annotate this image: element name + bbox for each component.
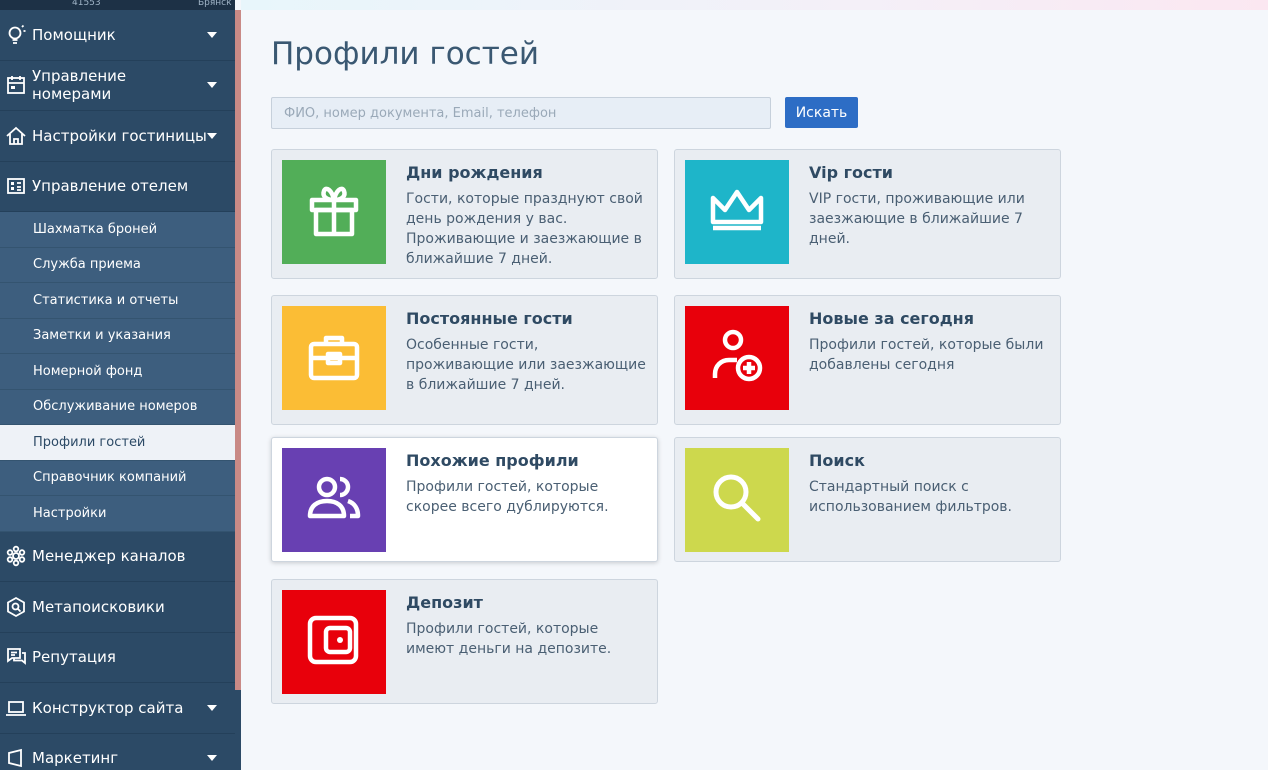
chevron-down-icon — [207, 131, 217, 141]
sidebar-item-metasearch[interactable]: Метапоисковики — [0, 582, 235, 633]
calendar-icon — [0, 74, 32, 96]
sidebar-item-reputation[interactable]: Репутация — [0, 633, 235, 683]
sidebar-item-label: Управление отелем — [32, 177, 189, 196]
chevron-down-icon — [207, 80, 217, 90]
card-description: Профили гостей, которые были добавлены с… — [809, 337, 1044, 373]
home-icon — [0, 125, 32, 147]
card-search[interactable]: Поиск Стандартный поиск с использованием… — [674, 437, 1061, 562]
dashboard-icon — [0, 175, 32, 197]
card-tile — [282, 306, 386, 410]
laptop-icon — [0, 697, 32, 719]
card-tile — [685, 448, 789, 552]
card-tile — [685, 306, 789, 410]
card-title: Постоянные гости — [406, 309, 573, 328]
top-bar-right-text: Брянск — [198, 0, 232, 8]
page-title: Профили гостей — [271, 36, 539, 72]
sidebar-item-assistant[interactable]: Помощник — [0, 10, 235, 61]
submenu-item-housekeeping[interactable]: Обслуживание номеров — [0, 389, 235, 425]
submenu-item-room-stock[interactable]: Номерной фонд — [0, 354, 235, 390]
sidebar-item-label: Репутация — [32, 648, 116, 667]
sidebar-item-site-builder[interactable]: Конструктор сайта — [0, 683, 235, 734]
card-title: Депозит — [406, 593, 483, 612]
meta-search-icon — [0, 596, 32, 618]
card-vip-guests[interactable]: Vip гости VIP гости, проживающие или зае… — [674, 149, 1061, 279]
card-regular-guests[interactable]: Постоянные гости Особенные гости, прожив… — [271, 295, 658, 425]
search-input[interactable] — [271, 97, 771, 129]
marketing-icon — [0, 747, 32, 769]
sidebar-item-label: Маркетинг — [32, 749, 119, 768]
submenu-item-notes[interactable]: Заметки и указания — [0, 318, 235, 354]
card-description: Особенные гости, проживающие или заезжаю… — [406, 337, 646, 393]
submenu-item-settings[interactable]: Настройки — [0, 496, 235, 532]
card-description: Профили гостей, которые скорее всего дуб… — [406, 479, 609, 515]
submenu-item-front-desk[interactable]: Служба приема — [0, 247, 235, 283]
card-deposit[interactable]: Депозит Профили гостей, которые имеют де… — [271, 579, 658, 704]
chevron-down-icon — [207, 703, 217, 713]
card-description: Стандартный поиск с использованием фильт… — [809, 479, 1013, 515]
card-description: Гости, которые празднуют свой день рожде… — [406, 191, 643, 267]
card-title: Новые за сегодня — [809, 309, 974, 328]
card-title: Похожие профили — [406, 451, 579, 470]
sidebar-item-label: Управление номерами — [32, 67, 127, 104]
users-icon — [306, 470, 362, 530]
card-tile — [282, 590, 386, 694]
top-bar-left-text: 41553 — [72, 0, 101, 8]
sidebar-item-marketing[interactable]: Маркетинг — [0, 734, 235, 770]
briefcase-icon — [306, 328, 362, 388]
card-similar-profiles[interactable]: Похожие профили Профили гостей, которые … — [271, 437, 658, 562]
submenu-item-companies[interactable]: Справочник компаний — [0, 460, 235, 496]
user-add-icon — [709, 328, 765, 388]
card-description: Профили гостей, которые имеют деньги на … — [406, 621, 612, 657]
card-title: Vip гости — [809, 163, 893, 182]
sidebar-top-bar: 41553 Брянск — [0, 0, 235, 10]
crown-icon — [709, 182, 765, 242]
submenu-item-booking-chart[interactable]: Шахматка броней — [0, 212, 235, 248]
network-icon — [0, 545, 32, 567]
sidebar-scroll-strip[interactable] — [235, 10, 241, 690]
card-tile — [282, 160, 386, 264]
sidebar-item-label: Конструктор сайта — [32, 698, 184, 717]
card-title: Поиск — [809, 451, 865, 470]
card-new-today[interactable]: Новые за сегодня Профили гостей, которые… — [674, 295, 1061, 425]
sidebar-item-label: Метапоисковики — [32, 597, 165, 616]
search-icon — [709, 470, 765, 530]
wallet-icon — [306, 612, 362, 672]
gift-icon — [306, 182, 362, 242]
sidebar-item-label: Помощник — [32, 25, 116, 44]
card-birthdays[interactable]: Дни рождения Гости, которые празднуют св… — [271, 149, 658, 279]
chat-icon — [0, 646, 32, 668]
card-tile — [685, 160, 789, 264]
search-button[interactable]: Искать — [785, 97, 858, 128]
card-title: Дни рождения — [406, 163, 543, 182]
sidebar-item-hotel-management[interactable]: Управление отелем — [0, 162, 235, 212]
sidebar-item-hotel-settings[interactable]: Настройки гостиницы — [0, 111, 235, 162]
chevron-down-icon — [207, 753, 217, 763]
sidebar-item-label: Настройки гостиницы — [32, 126, 207, 145]
sidebar-item-label: Менеджер каналов — [32, 547, 186, 566]
sidebar-strip-bottom — [235, 690, 241, 770]
lightbulb-icon — [0, 24, 32, 46]
sidebar-item-room-management[interactable]: Управление номерами — [0, 61, 235, 111]
sidebar-item-channel-manager[interactable]: Менеджер каналов — [0, 532, 235, 582]
sidebar: 41553 Брянск Помощник Управление номерам… — [0, 0, 235, 770]
submenu-item-guest-profiles[interactable]: Профили гостей — [0, 425, 235, 461]
chevron-down-icon — [207, 30, 217, 40]
submenu-item-statistics[interactable]: Статистика и отчеты — [0, 283, 235, 319]
top-gradient-bar — [241, 0, 1268, 10]
card-description: VIP гости, проживающие или заезжающие в … — [809, 191, 1025, 247]
card-tile — [282, 448, 386, 552]
